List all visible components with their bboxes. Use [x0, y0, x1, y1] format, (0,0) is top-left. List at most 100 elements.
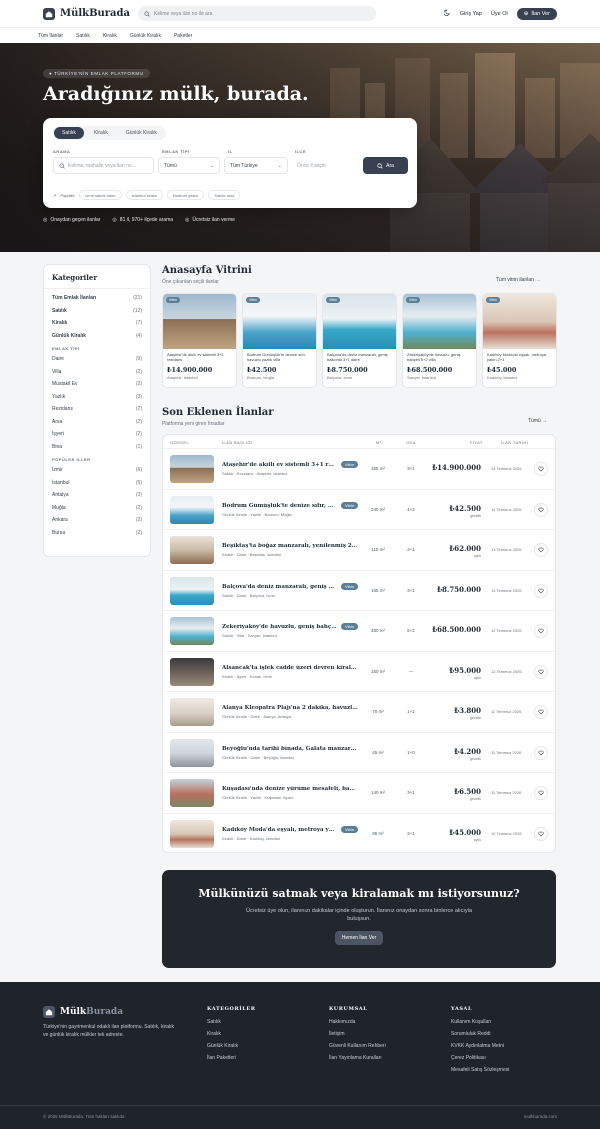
latest-all-link[interactable]: Tümü → — [528, 418, 547, 424]
table-row[interactable]: Alanya Kleopatra Plajı'na 2 dakika, havu… — [163, 692, 555, 733]
tab-sale[interactable]: Satılık — [54, 127, 84, 139]
listing-date: 13 Temmuz 2026 — [491, 547, 522, 552]
sidebar-item-city[interactable]: Muğla (2) — [44, 502, 150, 515]
signup-link[interactable]: Üye Ol — [491, 11, 508, 17]
search-submit-button[interactable]: Ara — [363, 157, 408, 174]
nav-daily[interactable]: Günlük Kiralık — [130, 33, 161, 39]
sidebar-item-city[interactable]: Antalya (3) — [44, 489, 150, 502]
vitrin-title: Anasayfa Vitrini — [162, 265, 252, 276]
sidebar-item-type[interactable]: Bina (1) — [44, 441, 150, 454]
sidebar-item-type[interactable]: İşyeri (2) — [44, 428, 150, 441]
sidebar-item-daily[interactable]: Günlük Kiralık (4) — [44, 330, 150, 343]
header-search-input[interactable]: Kelime veya ilan no ile ara — [138, 6, 377, 21]
favorite-button[interactable] — [534, 786, 548, 800]
district-select[interactable]: Önce il seçin — [292, 157, 358, 174]
sidebar-item-type[interactable]: Villa (2) — [44, 366, 150, 379]
popular-chip[interactable]: Satılık arsa — [208, 190, 241, 200]
tab-daily[interactable]: Günlük Kiralık — [118, 127, 165, 139]
favorite-button[interactable] — [534, 745, 548, 760]
sidebar-item-type[interactable]: Müstakil Ev (2) — [44, 378, 150, 391]
favorite-button[interactable] — [534, 664, 548, 679]
popular-chip[interactable]: Bodrum yazlık — [167, 190, 205, 200]
footer-link[interactable]: Mesafeli Satış Sözleşmesi — [451, 1067, 509, 1079]
footer-link[interactable]: Günlük Kiralık — [207, 1043, 255, 1055]
footer-link[interactable]: İlan Yayınlama Kuralları — [329, 1055, 386, 1067]
post-listing-button[interactable]: ⊕ İlan Ver — [516, 7, 557, 20]
heart-icon — [538, 507, 544, 512]
table-row[interactable]: Ataşehir'de akıllı ev sistemli 3+1 rezid… — [163, 449, 555, 490]
footer-link[interactable]: Kullanım Koşulları — [451, 1019, 509, 1031]
brand-logo[interactable]: MülkBurada — [43, 7, 130, 20]
footer-link[interactable]: Çerez Politikası — [451, 1055, 509, 1067]
nav-packages[interactable]: Paketler — [174, 33, 192, 39]
vitrin-card[interactable]: Vitrin Bodrum Gümüşlük'te denize sıfır, … — [242, 293, 317, 388]
popular-chip[interactable]: İzmir satılık daire — [79, 190, 122, 200]
nav-rent[interactable]: Kiralık — [103, 33, 117, 39]
favorite-button[interactable] — [534, 705, 548, 719]
table-row[interactable]: Alsancak'ta işlek cadde üzeri devren kir… — [163, 652, 555, 692]
city-select[interactable]: Tüm Türkiye ⌄ — [224, 157, 288, 174]
hero-title: Aradığınız mülk, burada. — [43, 83, 309, 105]
footer-link[interactable]: Sorumluluk Reddi — [451, 1031, 509, 1043]
tab-rent[interactable]: Kiralık — [86, 127, 116, 139]
sidebar-item-city[interactable]: Bursa (2) — [44, 527, 150, 540]
favorite-button[interactable] — [534, 583, 548, 598]
sidebar-item-city[interactable]: İzmir (6) — [44, 464, 150, 477]
nav-all[interactable]: Tüm İlanlar — [38, 33, 63, 39]
nav-sale[interactable]: Satılık — [76, 33, 90, 39]
footer-link[interactable]: Satılık — [207, 1019, 255, 1031]
sidebar-item-type[interactable]: Daire (9) — [44, 353, 150, 366]
table-row[interactable]: Kuşadası'nda denize yürüme mesafeli, bah… — [163, 773, 555, 814]
sidebar-item-type[interactable]: Yazlık (3) — [44, 391, 150, 404]
cta-button[interactable]: Hemen İlan Ver — [334, 931, 384, 945]
vitrin-card[interactable]: Vitrin Zekeriyaköy'de havuzlu, geniş bah… — [402, 293, 477, 388]
favorite-button[interactable] — [534, 624, 548, 638]
sidebar-item-city[interactable]: Ankara (2) — [44, 514, 150, 527]
moon-icon[interactable] — [443, 9, 451, 18]
favorite-button[interactable] — [534, 502, 548, 517]
table-row[interactable]: Balçova'da deniz manzaralı, geniş balkon… — [163, 571, 555, 611]
footer-link[interactable]: İletişim — [329, 1031, 386, 1043]
table-header: GÖRSEL İLAN BAŞLIĞI M² ODA FİYAT İLAN TA… — [163, 435, 555, 449]
vitrin-card[interactable]: Vitrin Ataşehir'de akıllı ev sistemli 3+… — [162, 293, 237, 388]
type-select[interactable]: Tümü ⌄ — [158, 157, 220, 174]
heart-icon — [538, 831, 544, 836]
listing-thumbnail — [170, 657, 214, 686]
footer-link[interactable]: KVKK Aydınlatma Metni — [451, 1043, 509, 1055]
vitrin-card[interactable]: Vitrin Kadıköy Moda'da eşyalı, metroya y… — [482, 293, 557, 388]
search-icon — [144, 10, 150, 17]
favorite-button[interactable] — [534, 826, 548, 841]
login-link[interactable]: Giriş Yap — [460, 11, 482, 17]
footer-logo[interactable]: MülkBurada — [43, 1006, 123, 1018]
sidebar-item-type[interactable]: Arsa (2) — [44, 416, 150, 429]
listing-price: ₺62.000 — [449, 544, 481, 553]
table-row[interactable]: Zekeriyaköy'de havuzlu, geniş bahçeli 5+… — [163, 611, 555, 652]
footer-link[interactable]: Güvenli Kullanım Rehberi — [329, 1043, 386, 1055]
sidebar-item-rent[interactable]: Kiralık (7) — [44, 317, 150, 330]
keyword-input[interactable]: Kelime, mahalle veya ilan no... — [53, 157, 154, 174]
heart-icon — [538, 669, 544, 674]
table-row[interactable]: Kadıköy Moda'da eşyalı, metroya yakın 2+… — [163, 814, 555, 853]
listing-meta: Günlük Kiralık · Daire · Alanya, Antalya — [222, 714, 291, 719]
sidebar-item-all[interactable]: Tüm Emlak İlanları (21) — [44, 292, 150, 305]
table-row[interactable]: Beyoğlu'nda tarihi binada, Galata manzar… — [163, 733, 555, 773]
listing-date: 11 Temmuz 2026 — [491, 790, 522, 795]
top-header: MülkBurada Kelime veya ilan no ile ara G… — [0, 0, 600, 27]
vitrin-all-link[interactable]: Tüm vitrin ilanları → — [496, 277, 540, 283]
table-row[interactable]: Beşiktaş'ta boğaz manzaralı, yenilenmiş … — [163, 530, 555, 571]
vitrin-card[interactable]: Vitrin Balçova'da deniz manzaralı, geniş… — [322, 293, 397, 388]
listing-area: 150 m² — [370, 668, 385, 674]
sidebar-item-city[interactable]: İstanbul (5) — [44, 477, 150, 490]
hero-eyebrow: ● TÜRKİYE'NİN EMLAK PLATFORMU — [43, 69, 150, 78]
listing-rooms: 3+1 — [407, 587, 415, 593]
footer-link[interactable]: İlan Paketleri — [207, 1055, 255, 1067]
feature-coverage: ◎ 81 il, 970+ ilçede arama — [112, 217, 174, 223]
popular-chip[interactable]: İstanbul kiralık — [125, 190, 164, 200]
sidebar-item-sale[interactable]: Satılık (12) — [44, 305, 150, 318]
favorite-button[interactable] — [534, 462, 548, 476]
favorite-button[interactable] — [534, 543, 548, 557]
footer-link[interactable]: Kiralık — [207, 1031, 255, 1043]
sidebar-item-type[interactable]: Rezidans (2) — [44, 403, 150, 416]
table-row[interactable]: Bodrum Gümüşlük'te denize sıfır, havuzlu… — [163, 490, 555, 530]
footer-link[interactable]: Hakkımızda — [329, 1019, 386, 1031]
